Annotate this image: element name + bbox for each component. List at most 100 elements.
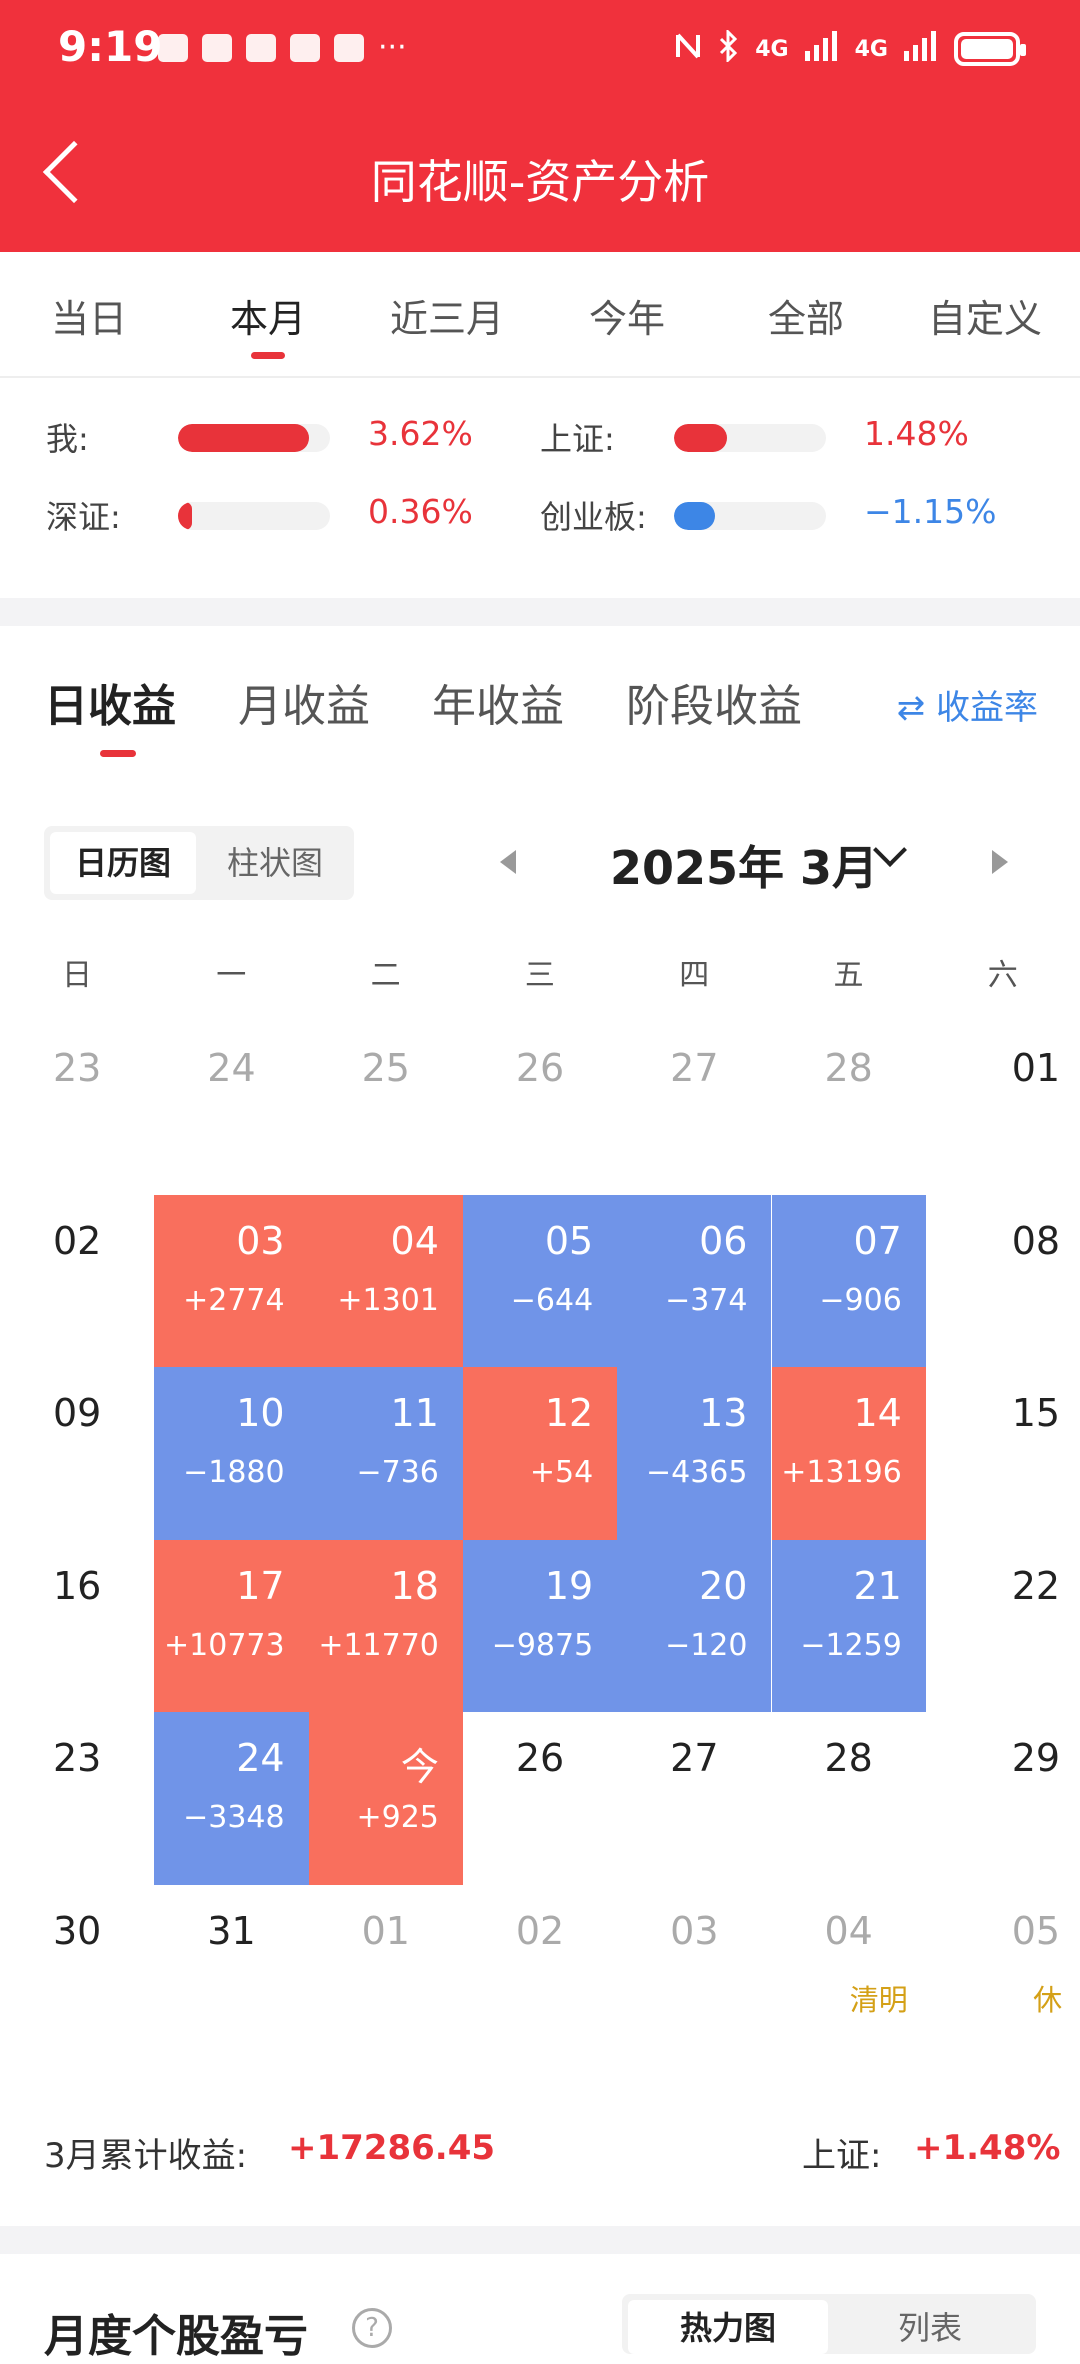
- toutiao-icon: [202, 34, 232, 62]
- tab-yearly-earnings[interactable]: 年收益: [432, 670, 564, 734]
- calendar-day[interactable]: 27: [617, 1712, 771, 1885]
- calendar-day[interactable]: 09: [0, 1367, 154, 1540]
- calendar-day[interactable]: 01: [309, 1885, 463, 2058]
- previous-month-icon[interactable]: [500, 850, 516, 874]
- calendar-view-button[interactable]: 日历图: [50, 832, 196, 894]
- calendar-day[interactable]: 26: [463, 1712, 617, 1885]
- calendar-day[interactable]: 04 +1301: [308, 1194, 463, 1367]
- tab-all[interactable]: 全部: [731, 288, 881, 343]
- calendar-day[interactable]: 04 清明: [772, 1885, 926, 2058]
- tab-this-month[interactable]: 本月: [193, 288, 343, 343]
- calendar-day[interactable]: 05 −644: [462, 1194, 618, 1367]
- calendar-day[interactable]: 19 −9875: [462, 1539, 618, 1712]
- day-number: 28: [824, 1736, 873, 1780]
- day-profit: +2774: [183, 1282, 285, 1318]
- day-number: 03: [670, 1908, 719, 1953]
- calendar-day[interactable]: 28: [772, 1712, 926, 1885]
- day-number: 18: [390, 1563, 439, 1608]
- next-month-icon[interactable]: [992, 850, 1008, 874]
- day-number: 23: [52, 1736, 102, 1780]
- calendar-day[interactable]: 02: [0, 1195, 154, 1368]
- calendar-day[interactable]: 15: [926, 1367, 1080, 1540]
- calendar-day[interactable]: 12 +54: [462, 1367, 618, 1540]
- calendar-day[interactable]: 03 +2774: [154, 1194, 309, 1367]
- signal-bars-icon: [804, 31, 839, 67]
- calendar-day[interactable]: 14 +13196: [771, 1367, 926, 1540]
- calendar-day[interactable]: 06 −374: [617, 1194, 772, 1367]
- calendar-day[interactable]: 今 +925: [308, 1712, 463, 1885]
- tab-custom[interactable]: 自定义: [910, 288, 1060, 343]
- index-value: +1.48%: [914, 2128, 1061, 2168]
- return-rate-toggle[interactable]: ⇄ 收益率: [897, 680, 1038, 729]
- list-button[interactable]: 列表: [830, 2300, 1030, 2354]
- app-notification-icon: [246, 34, 276, 62]
- calendar-day[interactable]: 02: [463, 1885, 617, 2058]
- compare-shenzhen: 深证: 0.36%: [46, 492, 473, 536]
- nav-bar: 同花顺-资产分析: [0, 100, 1080, 252]
- signal-bars-icon: [904, 31, 938, 67]
- calendar-day[interactable]: 24 −3348: [154, 1712, 309, 1885]
- day-number: 27: [670, 1736, 719, 1780]
- tab-stage-earnings[interactable]: 阶段收益: [626, 670, 802, 734]
- tab-this-year[interactable]: 今年: [552, 288, 702, 343]
- calendar-day[interactable]: 07 −906: [771, 1194, 926, 1367]
- bluetooth-icon: [717, 28, 739, 68]
- calendar-day[interactable]: 21 −1259: [771, 1539, 926, 1712]
- calendar-day[interactable]: 13 −4365: [617, 1367, 772, 1540]
- calendar-day[interactable]: 20 −120: [617, 1539, 772, 1712]
- calendar-day[interactable]: 29: [926, 1712, 1080, 1885]
- tab-monthly-earnings[interactable]: 月收益: [238, 670, 370, 734]
- calendar-day[interactable]: 22: [926, 1540, 1080, 1713]
- calendar-day[interactable]: 10 −1880: [154, 1367, 309, 1540]
- weekday-label: 五: [833, 958, 864, 993]
- calendar-day[interactable]: 23: [0, 1712, 154, 1885]
- day-profit: +1301: [337, 1282, 439, 1318]
- calendar-day[interactable]: 26: [463, 1022, 617, 1195]
- tab-three-months[interactable]: 近三月: [372, 288, 522, 343]
- tab-today[interactable]: 当日: [14, 288, 164, 343]
- monthly-summary: 3月累计收益: +17286.45 上证: +1.48%: [0, 2128, 1080, 2188]
- calendar-day[interactable]: 23: [0, 1022, 154, 1195]
- calendar-day[interactable]: 05 休: [926, 1885, 1080, 2058]
- heatmap-button[interactable]: 热力图: [628, 2300, 828, 2354]
- calendar-day[interactable]: 28: [772, 1022, 926, 1195]
- calendar-day[interactable]: 18 +11770: [308, 1539, 463, 1712]
- calendar-day[interactable]: 27: [617, 1022, 771, 1195]
- calendar-day[interactable]: 17 +10773: [154, 1539, 309, 1712]
- chevron-down-icon[interactable]: [873, 833, 907, 867]
- calendar-day[interactable]: 24: [154, 1022, 308, 1195]
- calendar-day[interactable]: 30: [0, 1885, 154, 2058]
- help-icon[interactable]: ?: [352, 2308, 392, 2348]
- month-selector[interactable]: 2025年 3月: [610, 832, 878, 898]
- day-number: 12: [544, 1391, 594, 1435]
- day-number: 01: [361, 1908, 410, 1953]
- return-value: −1.15%: [864, 492, 997, 531]
- tab-daily-earnings[interactable]: 日收益: [44, 670, 176, 734]
- return-comparison: 我: 3.62% 上证: 1.48% 深证: 0.36% 创业板: −1.15%: [0, 378, 1080, 598]
- day-number: 20: [699, 1563, 748, 1608]
- calendar-day[interactable]: 08: [926, 1195, 1080, 1368]
- day-number: 23: [52, 1046, 102, 1090]
- day-number: 22: [1011, 1563, 1061, 1608]
- bar-view-button[interactable]: 柱状图: [202, 832, 348, 894]
- active-tab-indicator: [251, 352, 285, 359]
- calendar-day[interactable]: 01: [926, 1022, 1080, 1195]
- day-number: 24: [207, 1046, 256, 1090]
- stock-pnl-section: 月度个股盈亏 ? 热力图 列表: [0, 2254, 1080, 2362]
- return-bar: [178, 502, 330, 530]
- day-number: 04: [390, 1218, 439, 1263]
- day-number: 14: [853, 1391, 902, 1435]
- security-app-icon: [290, 34, 320, 62]
- day-profit: +11770: [318, 1627, 439, 1663]
- calendar-day[interactable]: 03: [617, 1885, 771, 2058]
- day-profit: −906: [819, 1282, 902, 1318]
- status-time: 9:19: [58, 22, 163, 71]
- nfc-icon: [675, 31, 701, 67]
- calendar-day[interactable]: 25: [309, 1022, 463, 1195]
- weekday-label: 六: [987, 958, 1018, 993]
- calendar-day[interactable]: 11 −736: [308, 1367, 463, 1540]
- calendar-day[interactable]: 31: [154, 1885, 308, 2058]
- day-number: 26: [515, 1736, 565, 1780]
- day-number: 21: [853, 1563, 902, 1608]
- calendar-day[interactable]: 16: [0, 1540, 154, 1713]
